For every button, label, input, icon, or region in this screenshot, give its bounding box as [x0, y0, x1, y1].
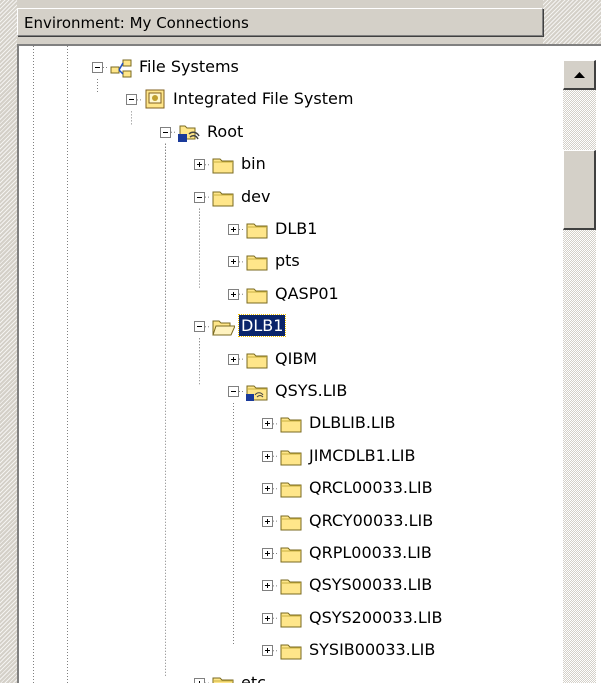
folder-icon: [211, 152, 235, 176]
tree-node-label: QSYS200033.LIB: [309, 607, 443, 627]
tree-node-label: QIBM: [275, 348, 318, 368]
open-folder-icon: [211, 314, 236, 338]
folder-icon: [245, 217, 269, 241]
environment-title: Environment: My Connections: [24, 14, 249, 32]
expand-plus-icon[interactable]: [194, 677, 205, 683]
library-folder-icon: [245, 379, 269, 403]
tree-node[interactable]: QSYS.LIB: [19, 379, 559, 403]
collapse-minus-icon[interactable]: [228, 386, 239, 397]
scroll-up-arrow-icon: [574, 72, 585, 78]
expand-plus-icon[interactable]: [262, 548, 273, 559]
scroll-thumb[interactable]: [563, 150, 596, 230]
tree-node[interactable]: dev: [19, 185, 559, 209]
tree-node-label: QRCY00033.LIB: [309, 510, 434, 530]
tree-node[interactable]: DLB1: [19, 217, 559, 241]
file-system-icon: [143, 87, 167, 111]
folder-icon: [279, 606, 303, 630]
folder-icon: [279, 573, 303, 597]
root-icon: [177, 120, 201, 144]
tree-node-label: DLB1: [237, 314, 287, 338]
tree-node[interactable]: QRCY00033.LIB: [19, 509, 559, 533]
tree-view[interactable]: File Systems Integrated File System Root bi…: [17, 44, 601, 683]
expand-plus-icon[interactable]: [262, 580, 273, 592]
tree-node-label: etc: [241, 672, 266, 683]
tree-node-label: DLBLIB.LIB: [309, 413, 396, 433]
environment-header: Environment: My Connections: [17, 8, 543, 36]
folder-icon: [279, 411, 303, 435]
tree-node[interactable]: QSYS200033.LIB: [19, 606, 559, 630]
tree-node[interactable]: File Systems: [19, 55, 559, 79]
tree-node-label: pts: [275, 251, 300, 271]
expand-plus-icon[interactable]: [262, 612, 273, 624]
folder-icon: [279, 638, 303, 662]
tree-node[interactable]: pts: [19, 249, 559, 273]
tree-node[interactable]: SYSIB00033.LIB: [19, 638, 559, 662]
tree-node[interactable]: bin: [19, 152, 559, 176]
collapse-minus-icon[interactable]: [194, 321, 205, 333]
tree-node[interactable]: QIBM: [19, 347, 559, 371]
tree-node-label: QRPL00033.LIB: [309, 543, 432, 562]
expand-plus-icon[interactable]: [228, 224, 239, 235]
tree-node-label: SYSIB00033.LIB: [309, 640, 436, 660]
collapse-minus-icon[interactable]: [92, 62, 103, 73]
network-icon: [109, 55, 133, 79]
tree-node[interactable]: etc: [19, 671, 559, 683]
tree-node[interactable]: QASP01: [19, 282, 559, 306]
tree-node-label: DLB1: [275, 219, 318, 238]
tree-node[interactable]: QRCL00033.LIB: [19, 476, 559, 500]
background-hatch-left: [0, 0, 17, 683]
folder-icon: [279, 476, 303, 500]
tree-node-label: QRCL00033.LIB: [309, 478, 433, 498]
tree-node[interactable]: QRPL00033.LIB: [19, 541, 559, 565]
folder-icon: [245, 249, 269, 273]
folder-icon: [211, 671, 235, 683]
collapse-minus-icon[interactable]: [194, 191, 205, 203]
scroll-up-button[interactable]: [563, 60, 596, 90]
tree-node-label: QASP01: [275, 283, 339, 303]
tree-node-label: dev: [241, 186, 271, 206]
tree-node-label: JIMCDLB1.LIB: [309, 445, 416, 465]
tree-node[interactable]: Integrated File System: [19, 87, 559, 111]
tree-node-label: bin: [241, 154, 266, 174]
expand-plus-icon[interactable]: [228, 288, 239, 300]
tree-node-label: Root: [207, 121, 244, 141]
tree-node-label: QSYS00033.LIB: [309, 575, 433, 595]
tree-node[interactable]: DLBLIB.LIB: [19, 411, 559, 435]
folder-icon: [279, 509, 303, 533]
background-hatch-right: [543, 0, 601, 44]
tree-node[interactable]: QSYS00033.LIB: [19, 573, 559, 597]
expand-plus-icon[interactable]: [194, 159, 205, 171]
expand-plus-icon[interactable]: [262, 418, 273, 430]
tree-node-label: Integrated File System: [173, 89, 354, 109]
folder-icon: [245, 347, 269, 371]
folder-icon: [279, 541, 303, 565]
expand-plus-icon[interactable]: [262, 483, 273, 495]
folder-icon: [245, 282, 269, 306]
expand-plus-icon[interactable]: [262, 515, 273, 527]
folder-icon: [279, 444, 303, 468]
tree-node-label: File Systems: [139, 57, 239, 76]
tree-node[interactable]: DLB1: [19, 314, 559, 338]
tree-node[interactable]: JIMCDLB1.LIB: [19, 444, 559, 468]
expand-plus-icon[interactable]: [228, 256, 239, 268]
expand-plus-icon[interactable]: [262, 645, 273, 657]
tree-node-label: QSYS.LIB: [275, 381, 348, 400]
folder-icon: [211, 185, 235, 209]
tree-node[interactable]: Root: [19, 120, 559, 144]
expand-plus-icon[interactable]: [262, 450, 273, 462]
vertical-scrollbar[interactable]: [563, 60, 596, 683]
collapse-minus-icon[interactable]: [126, 94, 137, 106]
expand-plus-icon[interactable]: [228, 353, 239, 365]
collapse-minus-icon[interactable]: [160, 126, 171, 138]
